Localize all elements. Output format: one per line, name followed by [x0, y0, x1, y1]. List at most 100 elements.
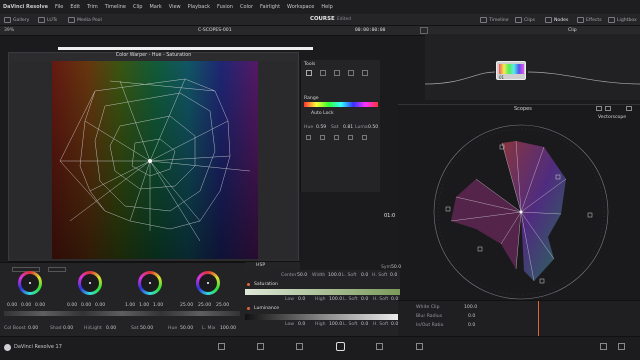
menu-workspace[interactable]: Workspace: [287, 4, 314, 10]
menu-timeline[interactable]: Timeline: [105, 4, 126, 10]
menu-fusion[interactable]: Fusion: [217, 4, 233, 10]
menu-edit[interactable]: Edit: [70, 4, 80, 10]
lift-value-b[interactable]: 0.00: [35, 303, 45, 308]
menu-color[interactable]: Color: [240, 4, 253, 10]
luminance-range-bar[interactable]: [245, 314, 400, 320]
corrector-node[interactable]: 01: [496, 61, 526, 80]
white-clip-value[interactable]: 100.0: [464, 305, 477, 310]
luminance-enable-dot[interactable]: [247, 307, 250, 310]
menu-app[interactable]: DaVinci Resolve: [3, 4, 48, 10]
edit-page-icon[interactable]: [296, 343, 303, 350]
hue-value[interactable]: 0.59: [316, 125, 326, 130]
hsoft-top-value[interactable]: 0.0: [390, 273, 397, 278]
offset-value-r[interactable]: 25.00: [180, 303, 193, 308]
nodes-toggle[interactable]: Nodes: [545, 17, 568, 23]
menu-trim[interactable]: Trim: [87, 4, 98, 10]
expand-icon[interactable]: [348, 135, 353, 140]
deliver-page-icon[interactable]: [416, 343, 423, 350]
gamma-wheel[interactable]: [78, 271, 102, 295]
cut-page-icon[interactable]: [257, 343, 264, 350]
lift-value-g[interactable]: 0.00: [21, 303, 31, 308]
home-icon[interactable]: [600, 343, 607, 350]
gain-value-b[interactable]: 1.00: [153, 303, 163, 308]
luts-icon: [38, 17, 45, 23]
lum-low-value[interactable]: 0.0: [298, 322, 305, 327]
offset-value-b[interactable]: 25.00: [216, 303, 229, 308]
shad-value[interactable]: 0.00: [63, 326, 73, 331]
lightbox-toggle[interactable]: Lightbox: [608, 17, 637, 23]
gain-value-g[interactable]: 1.00: [139, 303, 149, 308]
gamma-value-r[interactable]: 0.00: [67, 303, 77, 308]
auto-lock-checkbox[interactable]: Auto Lock: [311, 111, 334, 116]
color-warper-grid[interactable]: [10, 61, 296, 259]
menu-help[interactable]: Help: [321, 4, 332, 10]
timeline-toggle[interactable]: Timeline: [480, 17, 509, 23]
gallery-button[interactable]: Gallery: [4, 17, 29, 23]
lift-value-r[interactable]: 0.00: [7, 303, 17, 308]
width-value[interactable]: 100.0: [328, 273, 341, 278]
sat-low-value[interactable]: 0.0: [298, 297, 305, 302]
viewer-options-icon[interactable]: [420, 27, 428, 34]
gain-wheel[interactable]: [138, 271, 162, 295]
eyedropper-icon[interactable]: [306, 135, 311, 140]
blur-radius-value[interactable]: 0.0: [468, 314, 475, 319]
clips-toggle[interactable]: Clips: [515, 17, 535, 23]
gamma-value-g[interactable]: 0.00: [81, 303, 91, 308]
scope-layout-icon-2[interactable]: [605, 106, 611, 111]
keyframe-playhead[interactable]: [538, 301, 539, 337]
media-pool-button[interactable]: Media Pool: [68, 17, 102, 23]
offset-value-g[interactable]: 25.00: [198, 303, 211, 308]
hue-param-value[interactable]: 50.00: [180, 326, 193, 331]
gain-value-r[interactable]: 1.00: [125, 303, 135, 308]
media-page-icon[interactable]: [218, 343, 225, 350]
effects-toggle[interactable]: Effects: [577, 17, 602, 23]
fairlight-page-icon[interactable]: [376, 343, 383, 350]
sym-value[interactable]: 50.0: [391, 265, 401, 270]
in-out-ratio-value[interactable]: 0.0: [468, 323, 475, 328]
lum-high-label: High: [315, 322, 326, 327]
select-tool-icon[interactable]: [306, 70, 312, 76]
menu-view[interactable]: View: [169, 4, 181, 10]
hilight-value[interactable]: 0.00: [106, 326, 116, 331]
master-wheel-sliders[interactable]: [4, 311, 240, 316]
smooth-icon[interactable]: [334, 135, 339, 140]
lum-lsoft-value[interactable]: 0.0: [361, 322, 368, 327]
offset-wheel[interactable]: [196, 271, 220, 295]
row-tool-icon[interactable]: [334, 70, 340, 76]
saturation-enable-dot[interactable]: [247, 283, 250, 286]
reset-icon[interactable]: [320, 135, 325, 140]
color-page-icon[interactable]: [336, 342, 345, 351]
menu-mark[interactable]: Mark: [149, 4, 161, 10]
grid-tool-icon[interactable]: [362, 70, 368, 76]
lock-icon[interactable]: [362, 135, 367, 140]
warper-mode[interactable]: HSP: [256, 263, 265, 268]
saturation-range-bar[interactable]: [245, 289, 400, 295]
gamma-value-b[interactable]: 0.00: [95, 303, 105, 308]
lift-wheel[interactable]: [18, 271, 42, 295]
menu-clip[interactable]: Clip: [133, 4, 142, 10]
column-tool-icon[interactable]: [348, 70, 354, 76]
sat-lsoft-value[interactable]: 0.0: [361, 297, 368, 302]
settings-icon[interactable]: [618, 343, 625, 350]
sat-value[interactable]: 0.81: [343, 125, 353, 130]
sat-param-value[interactable]: 50.00: [140, 326, 153, 331]
center-value[interactable]: 50.0: [297, 273, 307, 278]
node-mode-select[interactable]: Clip: [568, 28, 577, 33]
lum-high-value[interactable]: 100.0: [329, 322, 342, 327]
lsoft-top-value[interactable]: 0.0: [361, 273, 368, 278]
menu-playback[interactable]: Playback: [188, 4, 210, 10]
col-boost-value[interactable]: 0.00: [28, 326, 38, 331]
menu-fairlight[interactable]: Fairlight: [260, 4, 280, 10]
menu-file[interactable]: File: [55, 4, 63, 10]
scope-layout-icon[interactable]: [596, 106, 602, 111]
luts-button[interactable]: LUTs: [38, 17, 57, 23]
pin-tool-icon[interactable]: [320, 70, 326, 76]
lmix-value[interactable]: 100.00: [220, 326, 236, 331]
sat-high-value[interactable]: 100.0: [329, 297, 342, 302]
wheel-mode-select-b[interactable]: [48, 267, 66, 272]
scope-close-icon[interactable]: [626, 106, 632, 111]
hue-range-bar[interactable]: [304, 102, 378, 107]
luma-value[interactable]: 0.50: [368, 125, 378, 130]
hue-saturation-mesh[interactable]: [10, 61, 296, 259]
zoom-level[interactable]: 39%: [4, 28, 14, 33]
